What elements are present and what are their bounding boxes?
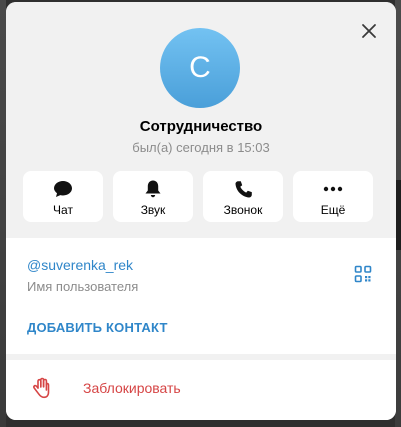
username-caption: Имя пользователя — [27, 279, 139, 294]
more-button[interactable]: Ещё — [293, 171, 373, 222]
chat-bubble-icon — [53, 179, 73, 199]
sound-button[interactable]: Звук — [113, 171, 193, 222]
block-user-button[interactable]: Заблокировать — [6, 360, 396, 420]
profile-header: С Сотрудничество был(а) сегодня в 15:03 … — [6, 2, 396, 238]
avatar[interactable]: С — [160, 28, 240, 108]
sound-button-label: Звук — [140, 203, 166, 217]
avatar-letter: С — [189, 51, 211, 84]
user-info-section: @suverenka_rek Имя пользователя ДОБАВИТЬ… — [6, 238, 396, 354]
call-button[interactable]: Звонок — [203, 171, 283, 222]
chat-button[interactable]: Чат — [23, 171, 103, 222]
chat-button-label: Чат — [53, 203, 73, 217]
block-user-label: Заблокировать — [83, 380, 181, 396]
add-contact-button[interactable]: ДОБАВИТЬ КОНТАКТ — [27, 320, 168, 335]
close-icon[interactable] — [358, 20, 380, 42]
hand-stop-icon — [31, 377, 53, 399]
more-button-label: Ещё — [320, 203, 346, 217]
profile-name: Сотрудничество — [139, 118, 263, 135]
screen: С Сотрудничество был(а) сегодня в 15:03 … — [0, 0, 401, 427]
username-link[interactable]: @suverenka_rek — [27, 257, 133, 273]
call-button-label: Звонок — [223, 203, 263, 217]
user-profile-dialog: С Сотрудничество был(а) сегодня в 15:03 … — [6, 2, 396, 420]
action-buttons-row: Чат Звук Звонок Ещё — [23, 171, 377, 223]
phone-icon — [233, 179, 253, 199]
qr-code-icon[interactable] — [354, 265, 372, 283]
last-seen-status: был(а) сегодня в 15:03 — [132, 140, 270, 155]
more-dots-icon — [323, 179, 343, 199]
bell-icon — [143, 179, 163, 199]
